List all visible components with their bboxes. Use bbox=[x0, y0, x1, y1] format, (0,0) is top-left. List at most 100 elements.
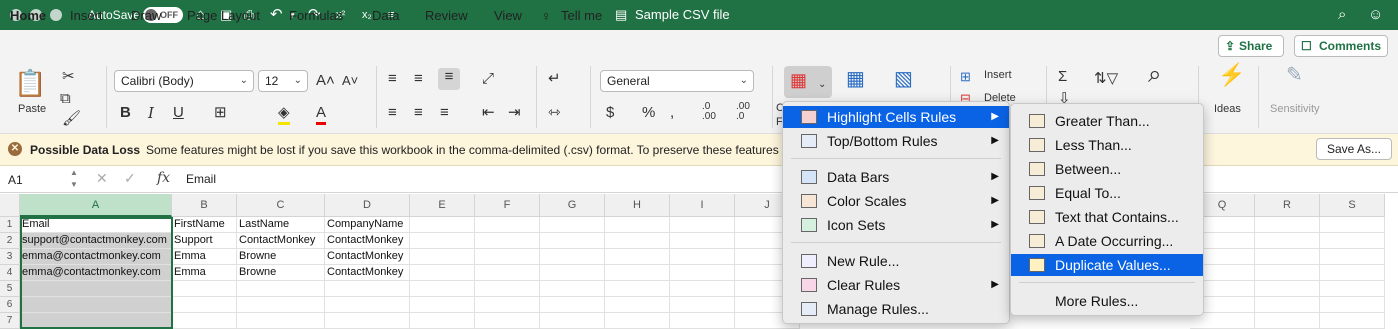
percent-icon[interactable]: % bbox=[642, 104, 655, 122]
cell-b3[interactable]: Emma bbox=[172, 249, 237, 265]
menu-item-icon-sets[interactable]: Icon Sets ▶ bbox=[783, 214, 1009, 236]
subscript-icon[interactable]: x₂ bbox=[362, 5, 372, 25]
wrap-text-icon[interactable]: ↵ bbox=[548, 70, 561, 88]
menu-item-more-rules[interactable]: More Rules... bbox=[1011, 290, 1203, 312]
cell-b1[interactable]: FirstName bbox=[172, 217, 237, 233]
cell-e2[interactable] bbox=[410, 233, 475, 249]
menu-item-a-date-occurring[interactable]: A Date Occurring... bbox=[1011, 230, 1203, 252]
currency-icon[interactable]: $ bbox=[606, 104, 614, 122]
cell-h4[interactable] bbox=[605, 265, 670, 281]
column-header-a[interactable]: A bbox=[20, 194, 172, 217]
menu-item-new-rule[interactable]: New Rule... bbox=[783, 250, 1009, 272]
column-header-g[interactable]: G bbox=[540, 194, 605, 217]
bold-icon[interactable]: B bbox=[120, 104, 131, 122]
tab-view[interactable]: View bbox=[494, 8, 522, 23]
cell-r1[interactable] bbox=[1255, 217, 1320, 233]
cell-i3[interactable] bbox=[670, 249, 735, 265]
increase-font-icon[interactable]: A˄ bbox=[316, 72, 335, 90]
menu-item-duplicate-values[interactable]: Duplicate Values... bbox=[1011, 254, 1203, 276]
column-header-c[interactable]: C bbox=[237, 194, 325, 217]
account-icon[interactable]: ☺ bbox=[1368, 5, 1383, 25]
row-header-5[interactable]: 5 bbox=[0, 281, 20, 297]
cell-g4[interactable] bbox=[540, 265, 605, 281]
tab-home[interactable]: Home bbox=[10, 8, 47, 29]
cell-r2[interactable] bbox=[1255, 233, 1320, 249]
copy-icon[interactable]: ⧉ bbox=[60, 90, 71, 108]
column-header-f[interactable]: F bbox=[475, 194, 540, 217]
cell-i4[interactable] bbox=[670, 265, 735, 281]
cell-s7[interactable] bbox=[1320, 313, 1385, 329]
menu-item-text-that-contains[interactable]: Text that Contains... bbox=[1011, 206, 1203, 228]
comments-button[interactable]: ☐ Comments bbox=[1294, 35, 1388, 57]
cell-i7[interactable] bbox=[670, 313, 735, 329]
row-header-4[interactable]: 4 bbox=[0, 265, 20, 281]
tell-me-search[interactable]: Tell me bbox=[561, 8, 602, 23]
cell-f3[interactable] bbox=[475, 249, 540, 265]
font-size-combo[interactable]: 12 ⌄ bbox=[258, 70, 308, 92]
cell-e1[interactable] bbox=[410, 217, 475, 233]
cell-s1[interactable] bbox=[1320, 217, 1385, 233]
sort-filter-icon[interactable]: ⇅▽ bbox=[1094, 70, 1118, 88]
cell-c6[interactable] bbox=[237, 297, 325, 313]
select-all-corner[interactable] bbox=[0, 194, 20, 217]
cell-r5[interactable] bbox=[1255, 281, 1320, 297]
cell-c4[interactable]: Browne bbox=[237, 265, 325, 281]
cell-r6[interactable] bbox=[1255, 297, 1320, 313]
column-header-i[interactable]: I bbox=[670, 194, 735, 217]
align-middle-icon[interactable]: ≡ bbox=[414, 70, 423, 88]
cell-e3[interactable] bbox=[410, 249, 475, 265]
column-header-e[interactable]: E bbox=[410, 194, 475, 217]
cell-h3[interactable] bbox=[605, 249, 670, 265]
tab-data[interactable]: Data bbox=[372, 8, 399, 23]
warning-close-icon[interactable]: ✕ bbox=[8, 142, 22, 156]
cell-g3[interactable] bbox=[540, 249, 605, 265]
row-header-7[interactable]: 7 bbox=[0, 313, 20, 329]
cell-s3[interactable] bbox=[1320, 249, 1385, 265]
column-header-s[interactable]: S bbox=[1320, 194, 1385, 217]
cut-icon[interactable]: ✂ bbox=[62, 68, 75, 86]
align-left-icon[interactable]: ≡ bbox=[388, 104, 397, 122]
cell-c7[interactable] bbox=[237, 313, 325, 329]
menu-item-data-bars[interactable]: Data Bars ▶ bbox=[783, 166, 1009, 188]
format-as-table-icon[interactable]: ▦ bbox=[846, 69, 865, 89]
tab-draw[interactable]: Draw bbox=[131, 8, 161, 23]
cell-a5[interactable] bbox=[20, 281, 172, 297]
tab-page-layout[interactable]: Page Layout bbox=[187, 8, 260, 23]
cell-r4[interactable] bbox=[1255, 265, 1320, 281]
cell-s2[interactable] bbox=[1320, 233, 1385, 249]
row-header-2[interactable]: 2 bbox=[0, 233, 20, 249]
cell-f2[interactable] bbox=[475, 233, 540, 249]
cell-g1[interactable] bbox=[540, 217, 605, 233]
cell-f7[interactable] bbox=[475, 313, 540, 329]
cell-h5[interactable] bbox=[605, 281, 670, 297]
align-center-icon[interactable]: ≡ bbox=[414, 104, 423, 122]
search-icon[interactable]: ⌕ bbox=[1338, 5, 1346, 25]
cell-s5[interactable] bbox=[1320, 281, 1385, 297]
menu-item-between[interactable]: Between... bbox=[1011, 158, 1203, 180]
cell-r3[interactable] bbox=[1255, 249, 1320, 265]
comma-style-icon[interactable]: , bbox=[670, 104, 674, 122]
column-header-d[interactable]: D bbox=[325, 194, 410, 217]
cell-a1[interactable]: Email bbox=[20, 217, 172, 233]
save-as-button[interactable]: Save As... bbox=[1316, 138, 1392, 160]
underline-icon[interactable]: U bbox=[173, 104, 184, 122]
autosum-icon[interactable]: Σ bbox=[1058, 68, 1067, 86]
menu-item-equal-to[interactable]: Equal To... bbox=[1011, 182, 1203, 204]
column-header-h[interactable]: H bbox=[605, 194, 670, 217]
cell-a4[interactable]: emma@contactmonkey.com bbox=[20, 265, 172, 281]
cell-g7[interactable] bbox=[540, 313, 605, 329]
cell-s6[interactable] bbox=[1320, 297, 1385, 313]
menu-item-highlight-cells-rules[interactable]: Highlight Cells Rules ▶ bbox=[783, 106, 1009, 128]
cell-d2[interactable]: ContactMonkey bbox=[325, 233, 410, 249]
font-color-icon[interactable]: A bbox=[316, 104, 327, 125]
cell-g6[interactable] bbox=[540, 297, 605, 313]
insert-cells-icon[interactable]: ⊞ bbox=[960, 68, 971, 86]
cell-f5[interactable] bbox=[475, 281, 540, 297]
cell-b2[interactable]: Support bbox=[172, 233, 237, 249]
increase-indent-icon[interactable]: ⇥ bbox=[508, 104, 521, 122]
cell-c1[interactable]: LastName bbox=[237, 217, 325, 233]
borders-icon[interactable]: ⊞ bbox=[214, 104, 227, 122]
tab-insert[interactable]: Insert bbox=[70, 8, 103, 23]
enter-icon[interactable]: ✓ bbox=[124, 170, 136, 187]
menu-item-top-bottom-rules[interactable]: Top/Bottom Rules ▶ bbox=[783, 130, 1009, 152]
